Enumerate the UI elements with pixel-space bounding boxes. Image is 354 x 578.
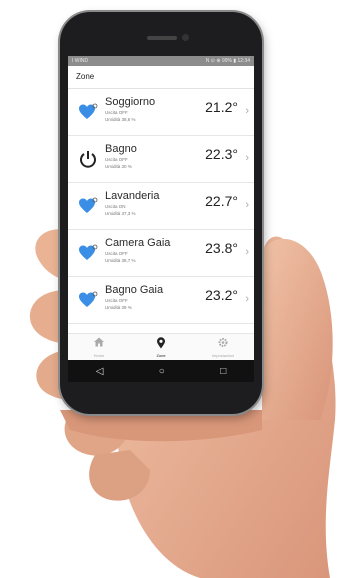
tab-label: Zone xyxy=(156,353,166,358)
zone-uscita: Uscita OFF xyxy=(105,157,128,162)
back-icon[interactable]: ◁ xyxy=(96,366,104,377)
heart-icon xyxy=(79,197,98,213)
chevron-right-icon: › xyxy=(245,246,249,258)
zone-uscita: Uscita OFF xyxy=(105,298,128,303)
android-nav-bar: ◁ ○ □ xyxy=(68,360,254,382)
location-pin-icon xyxy=(157,337,165,349)
home-icon xyxy=(94,337,104,347)
zone-name: Lavanderia xyxy=(105,190,160,202)
zone-row-bagno[interactable]: Bagno Uscita OFF Umidità 30 % 22.3° › xyxy=(68,136,254,183)
app-screen: I WIND N ⊙ ⊕ 99% ▮ 12:34 Zone Soggiorno … xyxy=(68,56,254,382)
phone: I WIND N ⊙ ⊕ 99% ▮ 12:34 Zone Soggiorno … xyxy=(60,12,262,414)
status-bar: I WIND N ⊙ ⊕ 99% ▮ 12:34 xyxy=(68,56,254,66)
status-right: N ⊙ ⊕ 99% ▮ 12:34 xyxy=(205,58,250,64)
zone-uscita: Uscita OFF xyxy=(105,251,128,256)
zone-umidita: Umidità 39 % xyxy=(105,305,132,310)
tab-label: Impostazioni xyxy=(211,353,235,358)
heart-icon xyxy=(79,103,98,119)
zone-temperature: 23.2° xyxy=(205,287,238,303)
zone-uscita: Uscita ON xyxy=(105,204,126,209)
gear-icon xyxy=(218,338,228,347)
tab-impostazioni[interactable]: Impostazioni xyxy=(192,334,254,360)
tab-zone[interactable]: Zone xyxy=(130,334,192,360)
chevron-right-icon: › xyxy=(245,293,249,305)
zone-name: Bagno Gaia xyxy=(105,284,164,296)
app-bar: Zone xyxy=(68,66,254,89)
zone-temperature: 21.2° xyxy=(205,99,238,115)
zone-row-bagno-gaia[interactable]: Bagno Gaia Uscita OFF Umidità 39 % 23.2°… xyxy=(68,277,254,324)
zone-temperature: 22.7° xyxy=(205,193,238,209)
zone-uscita: Uscita OFF xyxy=(105,110,128,115)
zone-umidita: Umidità 30 % xyxy=(105,164,132,169)
zone-row-lavanderia[interactable]: Lavanderia Uscita ON Umidità 37,3 % 22.7… xyxy=(68,183,254,230)
power-icon xyxy=(80,151,96,168)
bottom-tab-bar: Home Zone Impostazioni xyxy=(68,333,254,360)
page-title: Zone xyxy=(76,72,95,81)
zone-temperature: 22.3° xyxy=(205,146,238,162)
heart-icon xyxy=(79,291,98,307)
zone-name: Bagno xyxy=(105,143,137,155)
chevron-right-icon: › xyxy=(245,105,249,117)
zone-temperature: 23.8° xyxy=(205,240,238,256)
heart-icon xyxy=(79,244,98,260)
home-circle-icon[interactable]: ○ xyxy=(159,366,165,377)
zone-umidita: Umidità 38,6 % xyxy=(105,117,136,122)
zone-umidita: Umidità 38,7 % xyxy=(105,258,136,263)
speaker-grille xyxy=(147,36,177,40)
zone-row-camera-gaia[interactable]: Camera Gaia Uscita OFF Umidità 38,7 % 23… xyxy=(68,230,254,277)
zone-name: Soggiorno xyxy=(105,96,156,108)
zone-umidita: Umidità 37,3 % xyxy=(105,211,136,216)
chevron-right-icon: › xyxy=(245,199,249,211)
tab-home[interactable]: Home xyxy=(68,334,130,360)
chevron-right-icon: › xyxy=(245,152,249,164)
status-left: I WIND xyxy=(72,58,89,64)
tab-label: Home xyxy=(93,353,105,358)
zone-row-soggiorno[interactable]: Soggiorno Uscita OFF Umidità 38,6 % 21.2… xyxy=(68,89,254,136)
front-camera xyxy=(182,34,189,41)
recents-icon[interactable]: □ xyxy=(220,366,226,377)
zone-name: Camera Gaia xyxy=(105,237,171,249)
